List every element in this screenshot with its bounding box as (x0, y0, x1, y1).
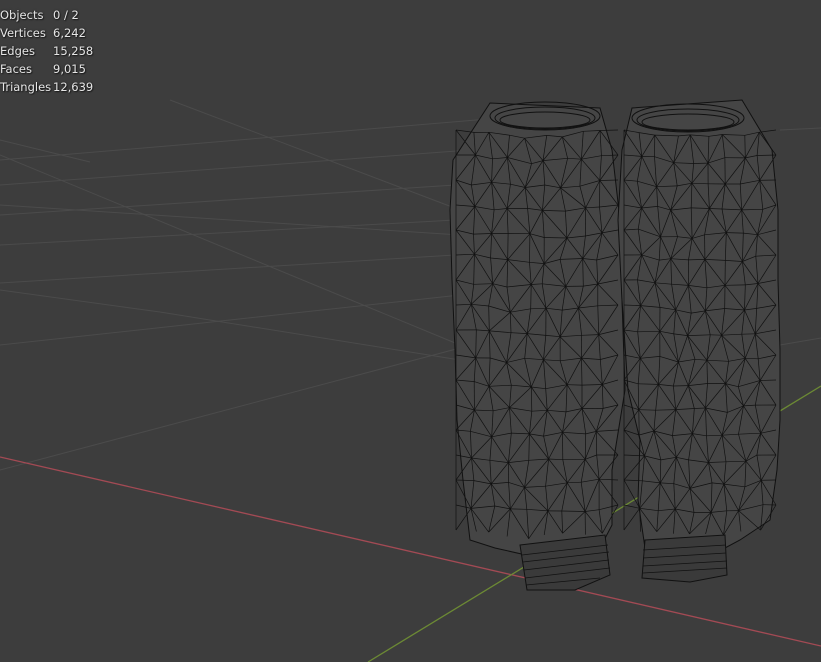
viewport-scene[interactable] (0, 0, 821, 662)
statistics-overlay: Objects 0 / 2 Vertices 6,242 Edges 15,25… (0, 6, 93, 96)
right-shoe (641, 534, 728, 583)
wire-edge (581, 358, 583, 386)
stat-row-vertices: Vertices 6,242 (0, 24, 93, 42)
wire-edge (599, 129, 619, 131)
wire-edge (544, 237, 567, 239)
wire-edge (584, 433, 587, 460)
stat-row-edges: Edges 15,258 (0, 42, 93, 60)
wire-edge (760, 379, 777, 381)
wire-edge (744, 135, 746, 158)
wire-edge (561, 510, 586, 512)
wire-edge (599, 179, 619, 181)
stat-value: 9,015 (53, 62, 86, 76)
wire-edge (688, 259, 705, 261)
wire-edge (694, 407, 706, 409)
stat-row-faces: Faces 9,015 (0, 60, 93, 78)
wire-edge (530, 386, 533, 412)
stat-label: Faces (0, 62, 32, 76)
stat-row-triangles: Triangles 12,639 (0, 78, 93, 96)
wire-edge (709, 208, 723, 210)
stat-value: 0 / 2 (53, 8, 79, 22)
wire-edge (726, 232, 744, 234)
stat-value: 15,258 (53, 44, 94, 58)
wire-edge (745, 357, 759, 360)
3d-viewport[interactable]: Objects 0 / 2 Vertices 6,242 Edges 15,25… (0, 0, 821, 662)
stat-value: 12,639 (53, 80, 94, 94)
wire-edge (530, 284, 532, 309)
stat-label: Vertices (0, 26, 46, 40)
stat-label: Triangles (0, 80, 52, 94)
wire-edge (637, 330, 660, 333)
wire-edge (638, 409, 656, 411)
stat-label: Edges (0, 44, 35, 58)
wire-edge (757, 154, 777, 156)
stat-label: Objects (0, 8, 44, 22)
stat-value: 6,242 (53, 26, 86, 40)
stat-row-objects: Objects 0 / 2 (0, 6, 93, 24)
